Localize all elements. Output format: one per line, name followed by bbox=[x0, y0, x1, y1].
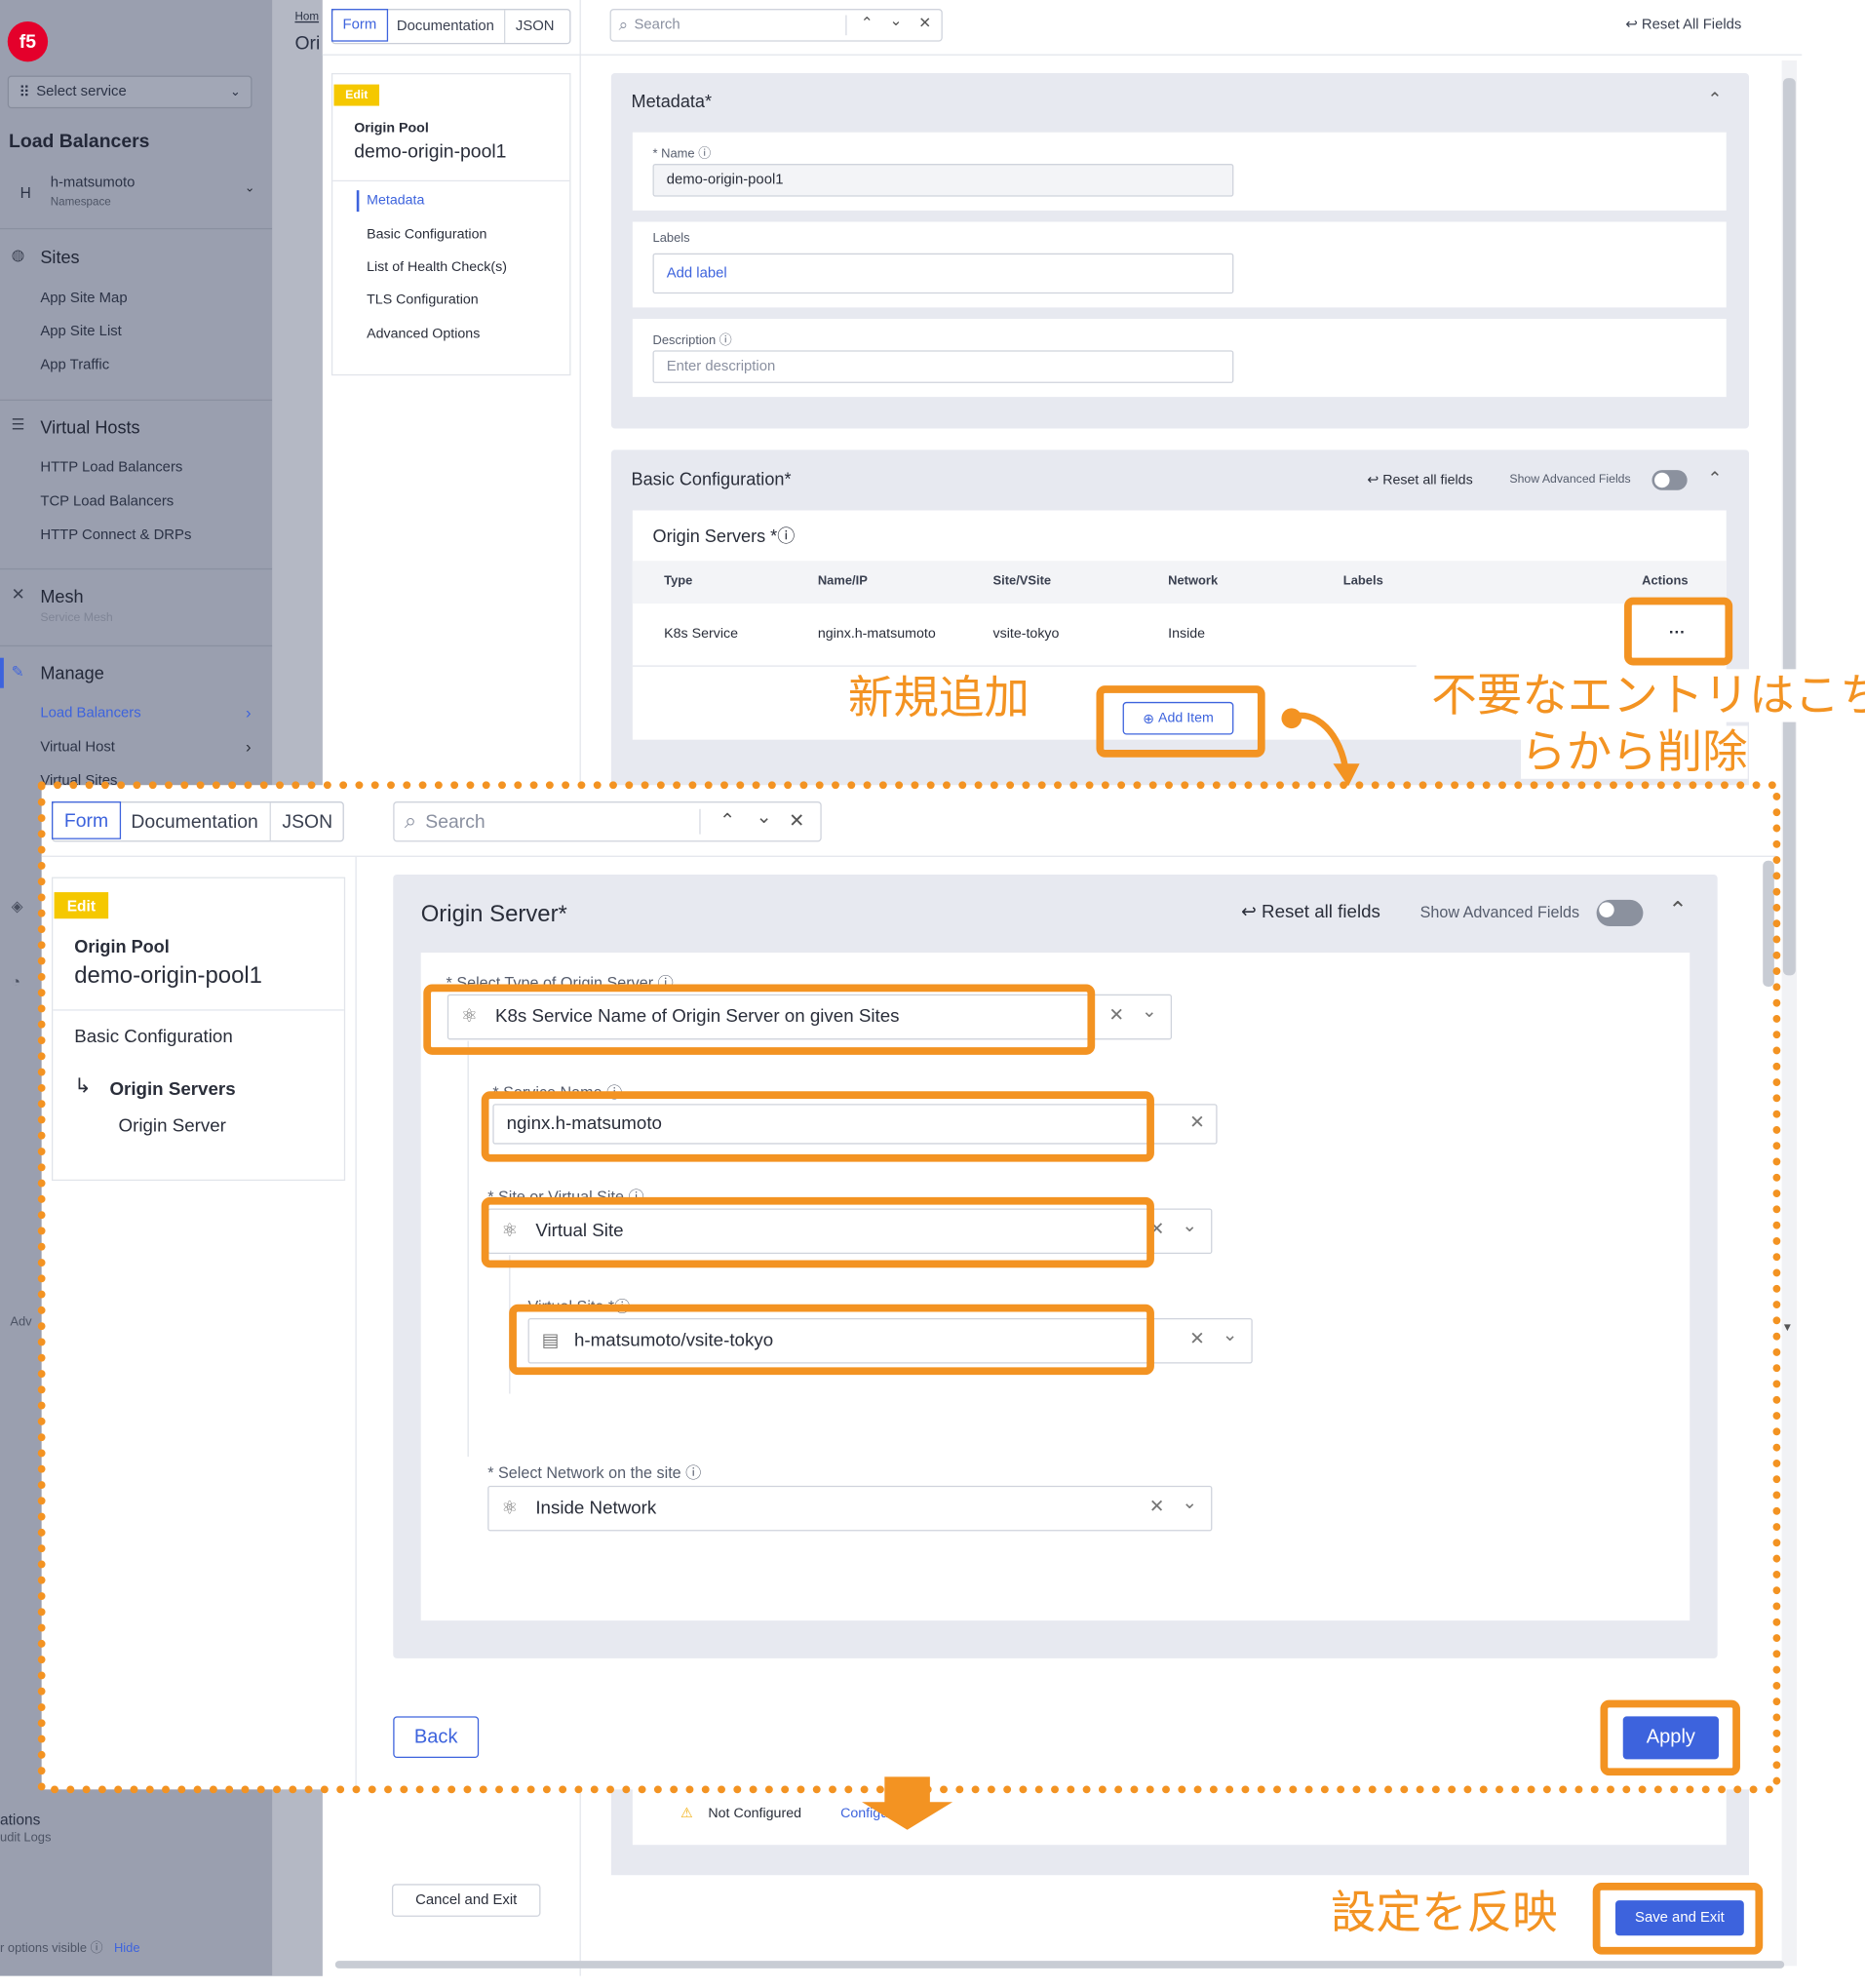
highlight-virtual-site bbox=[509, 1304, 1154, 1376]
annotation-apply-reflect: 設定を反映 bbox=[1320, 1886, 1568, 1940]
highlight-row-actions bbox=[1624, 597, 1733, 666]
annotation-delete-line1: 不要なエントリはこち bbox=[1431, 669, 1865, 722]
highlight-service-name bbox=[481, 1091, 1154, 1162]
highlight-save-and-exit bbox=[1592, 1882, 1764, 1955]
annotation-add-new: 新規追加 bbox=[847, 671, 1030, 723]
highlight-add-item bbox=[1096, 685, 1265, 758]
highlight-apply bbox=[1600, 1699, 1740, 1776]
annotation-delete-line2: らから削除 bbox=[1521, 725, 1748, 779]
highlight-select-type bbox=[423, 984, 1096, 1055]
highlight-site-type bbox=[481, 1196, 1154, 1268]
